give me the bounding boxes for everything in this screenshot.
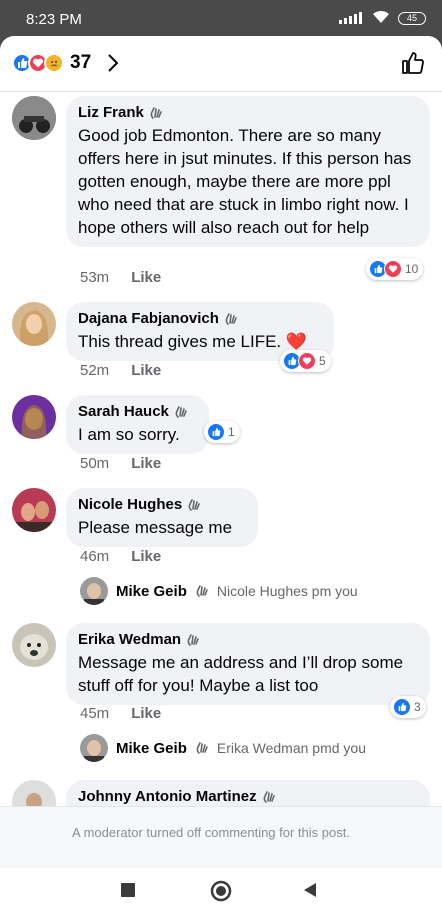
- wifi-icon: [372, 10, 390, 28]
- comment-time: 46m: [80, 548, 110, 565]
- comment-like-button[interactable]: Like: [131, 705, 161, 722]
- comment-author[interactable]: Liz Frank: [78, 104, 418, 121]
- like-reaction-icon: [393, 698, 411, 716]
- reaction-count: 5: [319, 354, 326, 368]
- wave-icon: [196, 742, 208, 754]
- wave-icon: [150, 106, 162, 119]
- comment-actions: 53m Like: [80, 269, 161, 286]
- wave-icon: [196, 585, 208, 597]
- comment-time: 53m: [80, 269, 110, 286]
- avatar[interactable]: [12, 302, 56, 346]
- comment-reactions[interactable]: 1: [204, 421, 240, 443]
- reactions-header: 37: [0, 36, 442, 92]
- wave-icon: [175, 405, 187, 418]
- comment-text: Message me an address and I’ll drop some…: [78, 653, 404, 695]
- comment-author[interactable]: Erika Wedman: [78, 631, 418, 648]
- comment-actions: 46m Like: [80, 548, 161, 565]
- comment-author[interactable]: Nicole Hughes: [78, 496, 246, 513]
- reaction-count: 37: [70, 52, 92, 73]
- sad-reaction-icon: [44, 53, 64, 73]
- comment-list[interactable]: Liz Frank Good job Edmonton. There are s…: [0, 92, 442, 806]
- status-bar: 8:23 PM 45: [0, 0, 442, 36]
- home-button[interactable]: [210, 880, 232, 902]
- reaction-count: 3: [414, 700, 421, 714]
- chevron-right-icon[interactable]: [102, 52, 124, 74]
- comment-actions: 52m Like: [80, 362, 161, 379]
- wave-icon: [187, 633, 199, 646]
- comment-like-button[interactable]: Like: [131, 548, 161, 565]
- recent-apps-button[interactable]: [120, 882, 136, 898]
- love-reaction-icon: [298, 352, 316, 370]
- wave-icon: [225, 312, 237, 325]
- comment-like-button[interactable]: Like: [131, 269, 161, 286]
- comment-actions: 50m Like: [80, 455, 161, 472]
- comment-reactions[interactable]: 5: [280, 350, 331, 372]
- comment-reactions[interactable]: 3: [390, 696, 426, 718]
- comment-time: 45m: [80, 705, 110, 722]
- comment-text: I am so sorry.: [78, 425, 180, 444]
- comment-actions: 45m Like: [80, 705, 161, 722]
- love-reaction-icon: [384, 260, 402, 278]
- comment-reactions[interactable]: 10: [366, 258, 424, 280]
- comment-bubble[interactable]: Nicole Hughes Please message me: [66, 488, 258, 547]
- reply-author[interactable]: Mike Geib: [116, 740, 187, 757]
- avatar[interactable]: [80, 577, 108, 605]
- back-button[interactable]: [302, 882, 318, 898]
- avatar[interactable]: [12, 395, 56, 439]
- reaction-count: 1: [228, 425, 235, 439]
- comments-sheet: 37 Liz Frank Good job Edmonton. There ar…: [0, 36, 442, 868]
- reply-preview[interactable]: Mike Geib Erika Wedman pmd you: [80, 734, 366, 762]
- system-nav-bar: [0, 868, 442, 920]
- comment-time: 52m: [80, 362, 110, 379]
- reply-text: Erika Wedman pmd you: [216, 740, 366, 756]
- reaction-summary[interactable]: 37: [12, 52, 91, 74]
- status-time: 8:23 PM: [26, 11, 82, 28]
- comment-text: Please message me: [78, 518, 233, 537]
- comment-bubble[interactable]: Sarah Hauck I am so sorry.: [66, 395, 209, 454]
- comment-author[interactable]: Sarah Hauck: [78, 403, 197, 420]
- reply-text: Nicole Hughes pm you: [216, 583, 358, 599]
- like-reaction-icon: [207, 423, 225, 441]
- comment-author[interactable]: Johnny Antonio Martinez: [78, 788, 418, 805]
- comment-bubble[interactable]: Erika Wedman Message me an address and I…: [66, 623, 430, 705]
- avatar[interactable]: [12, 623, 56, 667]
- reply-author[interactable]: Mike Geib: [116, 583, 187, 600]
- avatar[interactable]: [12, 488, 56, 532]
- comment-like-button[interactable]: Like: [131, 455, 161, 472]
- reaction-count: 10: [405, 262, 419, 276]
- comment-bubble[interactable]: Liz Frank Good job Edmonton. There are s…: [66, 96, 430, 247]
- comment-text: Good job Edmonton. There are so many off…: [78, 126, 412, 237]
- signal-icon: [339, 12, 362, 24]
- battery-icon: 45: [398, 12, 426, 25]
- comment-text: This thread gives me LIFE. ❤️: [78, 332, 308, 351]
- commenting-disabled-notice: A moderator turned off commenting for th…: [0, 806, 442, 868]
- comment-bubble[interactable]: Johnny Antonio Martinez: [66, 780, 430, 806]
- avatar[interactable]: [80, 734, 108, 762]
- avatar[interactable]: [12, 96, 56, 140]
- wave-icon: [188, 498, 200, 511]
- avatar[interactable]: [12, 780, 56, 806]
- comment-like-button[interactable]: Like: [131, 362, 161, 379]
- comment-author[interactable]: Dajana Fabjanovich: [78, 310, 322, 327]
- reply-preview[interactable]: Mike Geib Nicole Hughes pm you: [80, 577, 358, 605]
- wave-icon: [263, 790, 275, 803]
- like-post-button[interactable]: [400, 50, 426, 76]
- comment-time: 50m: [80, 455, 110, 472]
